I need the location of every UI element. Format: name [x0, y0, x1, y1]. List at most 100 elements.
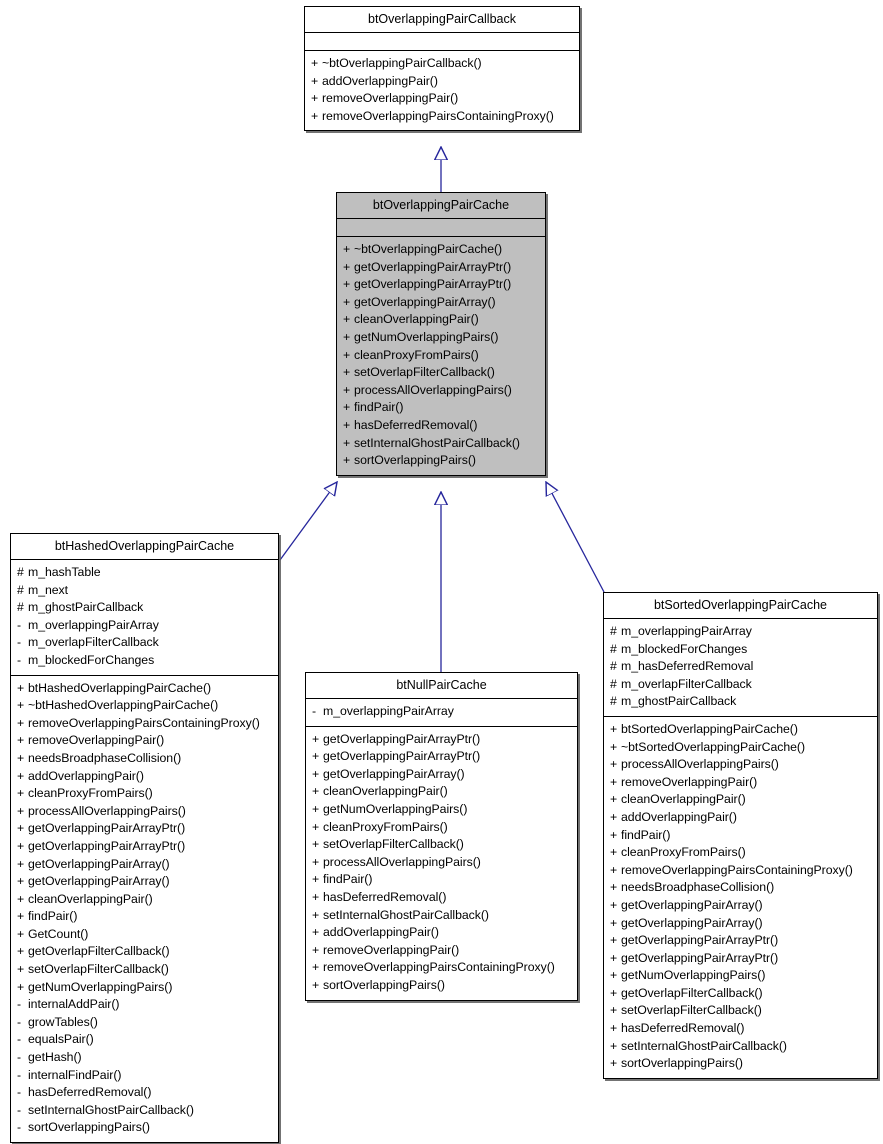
methods-compartment: + btHashedOverlappingPairCache() + ~btHash…: [11, 676, 278, 1142]
visibility-marker: +: [610, 915, 618, 930]
visibility-marker: +: [343, 312, 351, 327]
visibility-marker: +: [343, 329, 351, 344]
member-label: removeOverlappingPair(): [621, 774, 758, 789]
class-member: + getOverlapFilterCallback(): [17, 943, 274, 961]
attributes-compartment: [337, 219, 545, 237]
member-label: getOverlappingPairArray(): [621, 915, 763, 930]
member-label: getOverlappingPairArrayPtr(): [621, 933, 779, 948]
visibility-marker: +: [610, 968, 618, 983]
class-member: + removeOverlappingPairsContainingProxy(): [311, 108, 575, 126]
class-box-btnullpaircache[interactable]: btNullPairCache - m_overlappingPairArray …: [305, 672, 578, 1001]
member-label: m_overlapFilterCallback: [28, 635, 159, 650]
class-box-btoverlappingpaircache[interactable]: btOverlappingPairCache + ~btOverlappingPa…: [336, 192, 546, 476]
class-member: + sortOverlappingPairs(): [312, 977, 573, 995]
visibility-marker: +: [610, 1003, 618, 1018]
class-box-btsortedoverlappingpaircache[interactable]: btSortedOverlappingPairCache # m_overlapp…: [603, 592, 878, 1079]
visibility-marker: +: [17, 874, 25, 889]
visibility-marker: -: [17, 1050, 22, 1065]
visibility-marker: +: [17, 803, 25, 818]
class-member: + getOverlappingPairArrayPtr(): [610, 932, 873, 950]
visibility-marker: -: [17, 635, 22, 650]
visibility-marker: +: [312, 854, 320, 869]
visibility-marker: -: [17, 1067, 22, 1082]
visibility-marker: +: [610, 862, 618, 877]
class-member: + getOverlappingPairArrayPtr(): [610, 950, 873, 968]
class-member: + setInternalGhostPairCallback(): [312, 907, 573, 925]
class-member: - hasDeferredRemoval(): [17, 1084, 274, 1102]
member-label: GetCount(): [28, 926, 89, 941]
edge-sorted-to-cache: [546, 482, 605, 593]
class-member: + addOverlappingPair(): [312, 924, 573, 942]
class-member: + cleanProxyFromPairs(): [343, 347, 541, 365]
visibility-marker: +: [17, 698, 25, 713]
class-member: - growTables(): [17, 1014, 274, 1032]
class-member: # m_ghostPairCallback: [17, 599, 274, 617]
class-member: + removeOverlappingPair(): [311, 90, 575, 108]
member-label: cleanOverlappingPair(): [354, 312, 479, 327]
class-member: + processAllOverlappingPairs(): [17, 803, 274, 821]
class-member: - equalsPair(): [17, 1031, 274, 1049]
class-member: + cleanOverlappingPair(): [17, 891, 274, 909]
visibility-marker: +: [312, 960, 320, 975]
attributes-compartment: # m_overlappingPairArray # m_blockedForCha…: [604, 619, 877, 717]
visibility-marker: -: [17, 997, 22, 1012]
member-label: m_blockedForChanges: [28, 652, 155, 667]
member-label: addOverlappingPair(): [322, 73, 438, 88]
class-member: # m_next: [17, 582, 274, 600]
member-label: ~btOverlappingPairCallback(): [322, 56, 482, 70]
visibility-marker: +: [610, 1021, 618, 1036]
member-label: setOverlapFilterCallback(): [28, 962, 169, 977]
class-member: + hasDeferredRemoval(): [610, 1020, 873, 1038]
class-member: + getNumOverlappingPairs(): [312, 801, 573, 819]
member-label: cleanProxyFromPairs(): [28, 786, 153, 801]
class-member: - m_overlappingPairArray: [312, 703, 573, 721]
class-member: - getHash(): [17, 1049, 274, 1067]
class-member: + getOverlappingPairArrayPtr(): [17, 820, 274, 838]
member-label: getNumOverlappingPairs(): [323, 801, 468, 816]
member-label: getOverlappingPairArray(): [621, 897, 763, 912]
visibility-marker: +: [312, 837, 320, 852]
class-member: + getOverlappingPairArray(): [17, 873, 274, 891]
class-member: + getNumOverlappingPairs(): [17, 979, 274, 997]
member-label: getOverlappingPairArray(): [323, 766, 465, 781]
visibility-marker: +: [610, 950, 618, 965]
visibility-marker: -: [17, 1120, 22, 1135]
class-member: + getOverlappingPairArray(): [312, 766, 573, 784]
visibility-marker: +: [343, 382, 351, 397]
class-member: - setInternalGhostPairCallback(): [17, 1102, 274, 1120]
visibility-marker: +: [343, 400, 351, 415]
member-label: cleanProxyFromPairs(): [621, 845, 746, 860]
class-member: + setOverlapFilterCallback(): [17, 961, 274, 979]
class-member: # m_blockedForChanges: [610, 641, 873, 659]
class-box-bthashedoverlappingpaircache[interactable]: btHashedOverlappingPairCache # m_hashTabl…: [10, 533, 279, 1143]
member-label: internalFindPair(): [28, 1067, 122, 1082]
class-box-btoverlappingpaircallback[interactable]: btOverlappingPairCallback + ~btOverlappin…: [304, 6, 580, 132]
member-label: hasDeferredRemoval(): [323, 889, 447, 904]
visibility-marker: #: [610, 641, 617, 656]
member-label: addOverlappingPair(): [28, 768, 144, 783]
visibility-marker: +: [17, 768, 25, 783]
methods-compartment: + btSortedOverlappingPairCache() + ~btSort…: [604, 717, 877, 1078]
visibility-marker: +: [312, 925, 320, 940]
class-member: + getNumOverlappingPairs(): [610, 967, 873, 985]
class-member: + addOverlappingPair(): [311, 73, 575, 91]
member-label: setOverlapFilterCallback(): [621, 1003, 762, 1018]
class-member: + getOverlappingPairArrayPtr(): [343, 259, 541, 277]
class-member: # m_hashTable: [17, 564, 274, 582]
member-label: equalsPair(): [28, 1032, 94, 1047]
member-label: processAllOverlappingPairs(): [621, 757, 779, 772]
member-label: m_blockedForChanges: [621, 641, 748, 656]
visibility-marker: +: [343, 365, 351, 380]
visibility-marker: +: [343, 259, 351, 274]
member-label: removeOverlappingPairsContainingProxy(): [28, 715, 260, 730]
visibility-marker: +: [312, 749, 320, 764]
member-label: findPair(): [28, 909, 78, 924]
visibility-marker: +: [312, 801, 320, 816]
uml-class-diagram: btOverlappingPairCallback + ~btOverlappin…: [0, 0, 883, 1144]
visibility-marker: +: [343, 294, 351, 309]
visibility-marker: +: [610, 809, 618, 824]
member-label: setOverlapFilterCallback(): [323, 837, 464, 852]
member-label: addOverlappingPair(): [621, 809, 737, 824]
member-label: hasDeferredRemoval(): [354, 417, 478, 432]
visibility-marker: +: [311, 108, 319, 123]
